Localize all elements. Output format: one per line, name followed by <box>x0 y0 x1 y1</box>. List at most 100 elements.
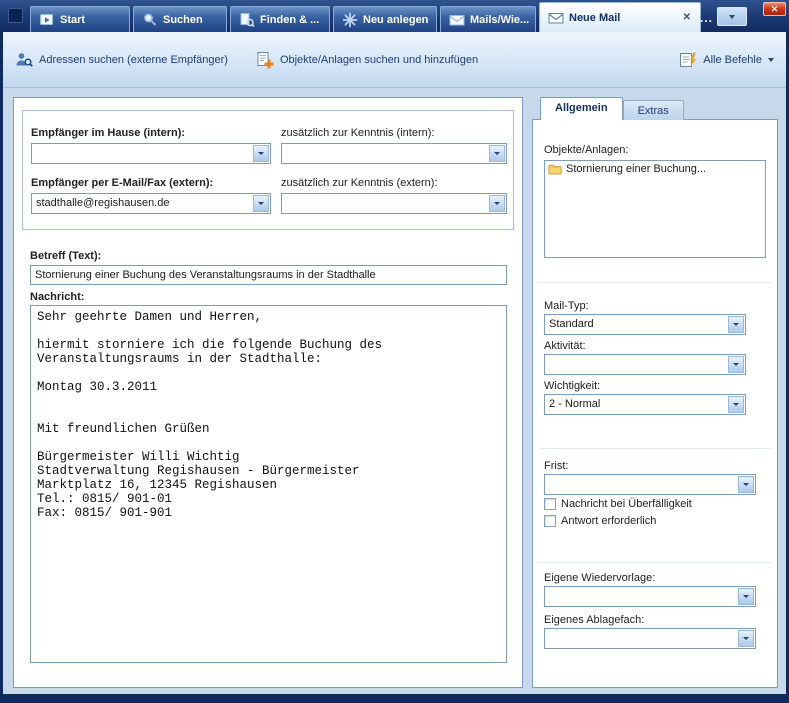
activity-label: Aktivität: <box>544 340 586 352</box>
tab-allgemein[interactable]: Allgemein <box>540 97 623 120</box>
tab-label: Neu anlegen <box>363 14 428 26</box>
find-icon <box>239 12 255 28</box>
reply-required-checkbox-label: Antwort erforderlich <box>561 515 656 527</box>
recipients-group: Empfänger im Hause (intern): zusätzlich … <box>22 110 514 230</box>
new-item-icon <box>342 12 358 28</box>
tab-extras[interactable]: Extras <box>623 100 684 120</box>
start-icon <box>39 12 55 28</box>
allgemein-tab-content: Objekte/Anlagen: Stornierung einer Buchu… <box>532 119 778 688</box>
attachment-search-label: Objekte/Anlagen suchen und hinzufügen <box>280 54 478 66</box>
properties-panel: Allgemein Extras Objekte/Anlagen: Storni… <box>532 97 778 688</box>
person-search-icon <box>15 51 33 69</box>
chevron-down-icon <box>768 58 774 62</box>
search-icon <box>142 12 158 28</box>
importance-label: Wichtigkeit: <box>544 380 600 392</box>
tab-list-dropdown-button[interactable] <box>717 7 747 26</box>
activity-combobox[interactable] <box>544 354 746 375</box>
combobox-dropdown-button[interactable] <box>738 476 754 493</box>
combobox-dropdown-button[interactable] <box>728 316 744 333</box>
cc-extern-label: zusätzlich zur Kenntnis (extern): <box>281 177 438 189</box>
deadline-combobox[interactable] <box>544 474 756 495</box>
recipient-extern-label: Empfänger per E-Mail/Fax (extern): <box>31 177 213 189</box>
tab-label: Suchen <box>163 14 203 26</box>
tab-label: Mails/Wie... <box>470 14 529 26</box>
chevron-down-icon <box>743 637 749 640</box>
tab-neu-anlegen[interactable]: Neu anlegen <box>333 6 437 32</box>
combobox-dropdown-button[interactable] <box>253 195 269 212</box>
combobox-dropdown-button[interactable] <box>738 588 754 605</box>
attachments-listbox[interactable]: Stornierung einer Buchung... <box>544 160 766 258</box>
content-area: Empfänger im Hause (intern): zusätzlich … <box>3 88 786 694</box>
tab-bar: Start Suchen Finden & ... Neu anlegen Ma… <box>0 0 789 32</box>
tab-close-icon[interactable]: ✕ <box>682 12 692 23</box>
tab-finden[interactable]: Finden & ... <box>230 6 330 32</box>
mail-type-combobox[interactable]: Standard <box>544 314 746 335</box>
filing-combobox[interactable] <box>544 628 756 649</box>
combobox-dropdown-button[interactable] <box>253 145 269 162</box>
combobox-dropdown-button[interactable] <box>489 195 505 212</box>
chevron-down-icon <box>258 152 264 155</box>
tab-label: Neue Mail <box>569 12 620 24</box>
attachments-label: Objekte/Anlagen: <box>544 144 628 156</box>
cc-extern-combobox[interactable] <box>281 193 507 214</box>
chevron-down-icon <box>733 323 739 326</box>
combobox-dropdown-button[interactable] <box>728 396 744 413</box>
separator <box>539 562 771 563</box>
attachment-name: Stornierung einer Buchung... <box>566 163 706 175</box>
chevron-down-icon <box>733 363 739 366</box>
filing-label: Eigenes Ablagefach: <box>544 614 644 626</box>
resubmission-combobox[interactable] <box>544 586 756 607</box>
attachment-search-button[interactable]: Objekte/Anlagen suchen und hinzufügen <box>256 51 478 69</box>
tab-label: Start <box>60 14 85 26</box>
all-commands-button[interactable]: Alle Befehle <box>679 51 774 69</box>
mail-icon <box>548 10 564 26</box>
tab-label: Finden & ... <box>260 14 319 26</box>
tab-start[interactable]: Start <box>30 6 130 32</box>
folder-icon <box>548 163 562 175</box>
mails-icon <box>449 12 465 28</box>
tab-suchen[interactable]: Suchen <box>133 6 227 32</box>
subject-label: Betreff (Text): <box>30 250 101 262</box>
mail-type-label: Mail-Typ: <box>544 300 589 312</box>
overdue-checkbox-label: Nachricht bei Überfälligkeit <box>561 498 692 510</box>
cc-intern-label: zusätzlich zur Kenntnis (intern): <box>281 127 434 139</box>
window-close-button[interactable]: ✕ <box>763 2 786 16</box>
chevron-down-icon <box>729 15 735 19</box>
chevron-down-icon <box>743 595 749 598</box>
recipient-intern-label: Empfänger im Hause (intern): <box>31 127 185 139</box>
importance-combobox[interactable]: 2 - Normal <box>544 394 746 415</box>
chevron-down-icon <box>258 202 264 205</box>
message-label: Nachricht: <box>30 291 84 303</box>
address-search-label: Adressen suchen (externe Empfänger) <box>39 54 228 66</box>
chevron-down-icon <box>733 403 739 406</box>
overdue-checkbox[interactable] <box>544 498 556 510</box>
chevron-down-icon <box>494 152 500 155</box>
reply-required-checkbox[interactable] <box>544 515 556 527</box>
subject-input[interactable] <box>30 265 507 285</box>
resubmission-label: Eigene Wiedervorlage: <box>544 572 655 584</box>
separator <box>539 448 771 449</box>
combobox-value: 2 - Normal <box>549 398 725 410</box>
recipient-intern-combobox[interactable] <box>31 143 271 164</box>
all-commands-label: Alle Befehle <box>703 54 762 66</box>
combobox-dropdown-button[interactable] <box>489 145 505 162</box>
combobox-dropdown-button[interactable] <box>728 356 744 373</box>
cc-intern-combobox[interactable] <box>281 143 507 164</box>
tab-strip: Start Suchen Finden & ... Neu anlegen Ma… <box>30 0 701 32</box>
tab-mails-wiedervorlagen[interactable]: Mails/Wie... <box>440 6 536 32</box>
tab-neue-mail[interactable]: Neue Mail ✕ <box>539 2 701 32</box>
toolbar: Adressen suchen (externe Empfänger) Obje… <box>3 32 786 88</box>
reply-required-checkbox-row: Antwort erforderlich <box>544 515 656 527</box>
tab-overflow-indicator: ... <box>700 11 713 25</box>
message-textarea[interactable]: Sehr geehrte Damen und Herren, hiermit s… <box>30 305 507 663</box>
combobox-dropdown-button[interactable] <box>738 630 754 647</box>
combobox-value: Standard <box>549 318 725 330</box>
deadline-label: Frist: <box>544 460 568 472</box>
chevron-down-icon <box>743 483 749 486</box>
recipient-extern-combobox[interactable]: stadthalle@regishausen.de <box>31 193 271 214</box>
address-search-button[interactable]: Adressen suchen (externe Empfänger) <box>15 51 228 69</box>
properties-tab-strip: Allgemein Extras <box>540 97 684 120</box>
separator <box>539 282 771 283</box>
list-item[interactable]: Stornierung einer Buchung... <box>545 161 765 177</box>
commands-icon <box>679 51 697 69</box>
